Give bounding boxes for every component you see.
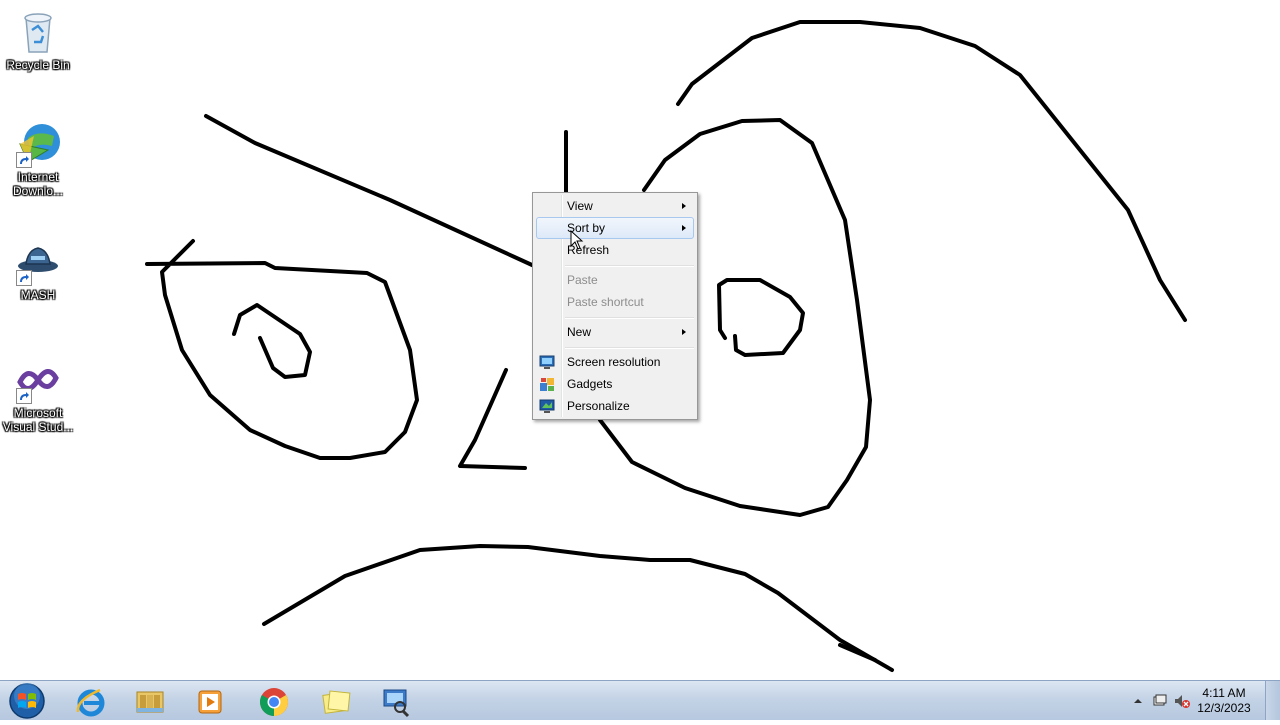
drawing-stroke (204, 114, 534, 267)
windows-start-orb-icon (9, 683, 45, 719)
menu-item-personalize[interactable]: Personalize (536, 395, 694, 417)
menu-item-sort-by[interactable]: Sort by (536, 217, 694, 239)
mouse-cursor-icon (570, 230, 584, 250)
visual-studio-icon (14, 356, 62, 404)
taskbar-sticky-notes[interactable] (308, 683, 364, 719)
menu-item-label: Paste shortcut (567, 295, 644, 309)
menu-separator (565, 265, 694, 267)
gadgets-icon (539, 376, 555, 392)
drawing-stroke (262, 544, 894, 672)
menu-item-label: New (567, 325, 592, 339)
show-desktop-button[interactable] (1265, 681, 1280, 720)
desktop-icon-mash[interactable]: MASH (0, 238, 76, 302)
taskbar-clock[interactable]: 4:11 AM 12/3/2023 (1192, 686, 1256, 716)
shortcut-arrow-icon (16, 388, 32, 404)
menu-separator (565, 347, 694, 349)
media-player-icon (198, 690, 222, 714)
shortcut-arrow-icon (16, 152, 32, 168)
drawing-stroke (145, 239, 419, 460)
system-tray: 4:11 AM 12/3/2023 (1110, 681, 1280, 721)
taskbar-windows-explorer[interactable] (122, 683, 178, 719)
taskbar: 4:11 AM 12/3/2023 (0, 680, 1280, 720)
desktop-icon-label: Recycle Bin (6, 58, 70, 72)
action-center-flag-icon[interactable] (1152, 693, 1168, 709)
clock-date: 12/3/2023 (1197, 701, 1251, 715)
shortcut-arrow-icon (16, 270, 32, 286)
desktop-icon-label: Microsoft Visual Stud... (2, 406, 74, 434)
mash-icon (14, 238, 62, 286)
clock-time: 4:11 AM (1202, 686, 1246, 700)
sticky-notes-icon (322, 690, 351, 714)
menu-item-label: Paste (567, 273, 598, 287)
menu-item-label: Screen resolution (567, 355, 661, 369)
personalize-icon (539, 398, 555, 414)
search-tool-icon (383, 689, 410, 718)
drawing-stroke (717, 278, 805, 357)
menu-item-label: View (567, 199, 593, 213)
menu-item-view[interactable]: View (536, 195, 694, 217)
taskbar-search-tool[interactable] (368, 683, 424, 719)
drawing-stroke (838, 643, 877, 662)
desktop-icon-label: Internet Downlo... (12, 170, 64, 198)
menu-item-paste: Paste (536, 269, 694, 291)
screen-resolution-icon (539, 354, 555, 370)
taskbar-chrome[interactable] (246, 683, 302, 719)
desktop-icon-visual-studio[interactable]: Microsoft Visual Stud... (0, 356, 76, 434)
drawing-stroke (232, 303, 312, 379)
menu-item-label: Gadgets (567, 377, 613, 391)
submenu-arrow-icon (682, 203, 686, 209)
drawing-stroke (458, 368, 527, 470)
menu-separator (565, 317, 694, 319)
desktop-icon-recycle-bin[interactable]: Recycle Bin (0, 8, 76, 72)
internet-download-manager-icon (14, 120, 62, 168)
menu-item-new[interactable]: New (536, 321, 694, 343)
submenu-arrow-icon (682, 329, 686, 335)
menu-item-refresh[interactable]: Refresh (536, 239, 694, 261)
menu-item-paste-shortcut: Paste shortcut (536, 291, 694, 313)
desktop-icon-label: MASH (20, 288, 56, 302)
volume-muted-icon[interactable] (1174, 693, 1190, 709)
chrome-icon (260, 688, 288, 716)
show-hidden-icons-arrow-icon[interactable] (1130, 693, 1146, 709)
menu-item-screen-resolution[interactable]: Screen resolution (536, 351, 694, 373)
desktop-context-menu: View Sort by Refresh Paste Paste shortcu… (532, 192, 698, 420)
drawing-stroke (676, 20, 1187, 322)
taskbar-internet-explorer[interactable] (62, 683, 118, 719)
submenu-arrow-icon (682, 225, 686, 231)
start-button[interactable] (4, 682, 50, 720)
internet-explorer-icon (76, 688, 105, 717)
recycle-bin-icon (14, 8, 62, 56)
menu-item-label: Personalize (567, 399, 630, 413)
menu-item-gadgets[interactable]: Gadgets (536, 373, 694, 395)
file-explorer-icon (136, 691, 164, 713)
taskbar-media-player[interactable] (182, 683, 238, 719)
desktop-icon-internet-download-manager[interactable]: Internet Downlo... (0, 120, 76, 198)
